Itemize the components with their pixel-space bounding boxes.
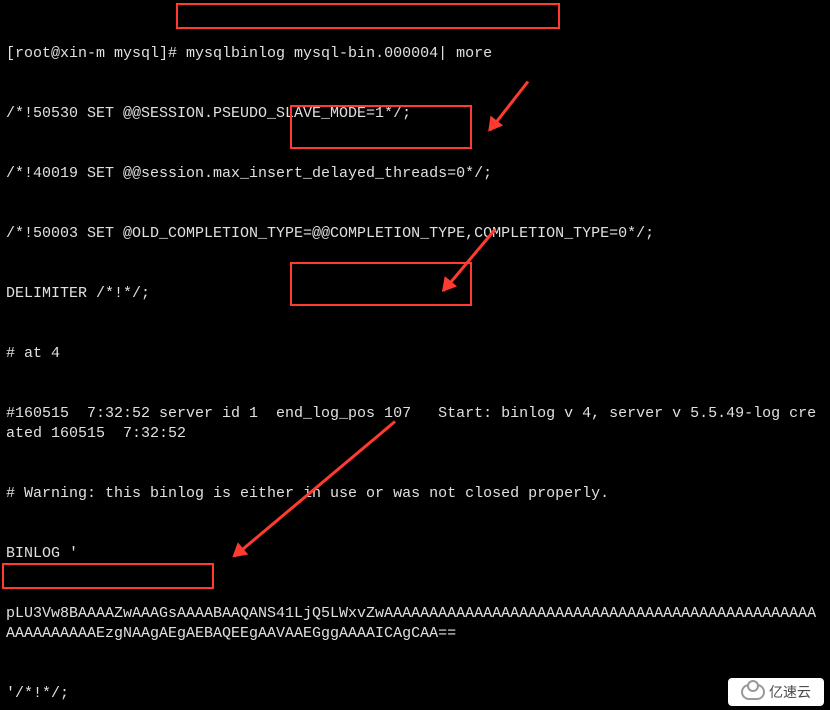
output-line: # Warning: this binlog is either in use … bbox=[6, 484, 824, 504]
prompt: [root@xin-m mysql] bbox=[6, 45, 168, 62]
command-text: # mysqlbinlog mysql-bin.000004| more bbox=[168, 45, 492, 62]
output-line: BINLOG ' bbox=[6, 544, 824, 564]
output-line: pLU3Vw8BAAAAZwAAAGsAAAABAAQANS41LjQ5LWxv… bbox=[6, 604, 824, 644]
watermark-logo: 亿速云 bbox=[728, 678, 824, 706]
output-line: # at 4 bbox=[6, 344, 824, 364]
output-line: /*!50003 SET @OLD_COMPLETION_TYPE=@@COMP… bbox=[6, 224, 824, 244]
output-line: /*!40019 SET @@session.max_insert_delaye… bbox=[6, 164, 824, 184]
terminal-output[interactable]: [root@xin-m mysql]# mysqlbinlog mysql-bi… bbox=[0, 0, 830, 710]
cloud-icon bbox=[741, 684, 765, 700]
output-line: '/*!*/; bbox=[6, 684, 824, 704]
output-line: DELIMITER /*!*/; bbox=[6, 284, 824, 304]
output-line: /*!50530 SET @@SESSION.PSEUDO_SLAVE_MODE… bbox=[6, 104, 824, 124]
output-line: #160515 7:32:52 server id 1 end_log_pos … bbox=[6, 404, 824, 444]
prompt-line: [root@xin-m mysql]# mysqlbinlog mysql-bi… bbox=[6, 44, 824, 64]
watermark-text: 亿速云 bbox=[769, 682, 811, 702]
